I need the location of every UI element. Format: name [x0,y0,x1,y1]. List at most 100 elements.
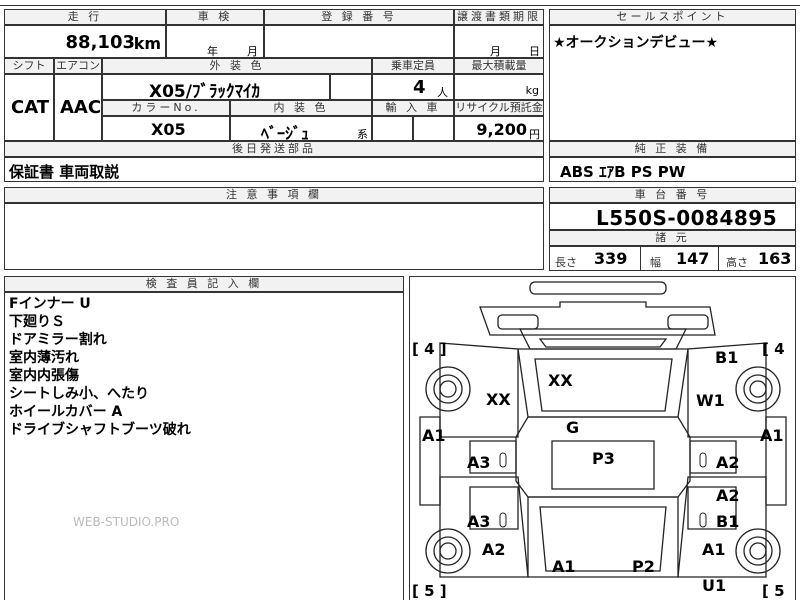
windshield-shape [518,328,688,350]
damage-mark: A2 [716,453,740,472]
tire-rear-right: [ 5 [762,582,785,600]
tire-rear-left: [ 5 ] [412,582,447,600]
aircon-cell: AAC [54,74,102,141]
damage-mark: XX [486,390,511,409]
damage-mark: G [566,418,580,437]
specs-divider-2 [718,246,719,271]
damage-mark: P2 [632,557,655,576]
notes-header: 注 意 事 項 欄 [4,187,544,203]
front-bumper-shape [479,281,716,336]
color-no-value: X05 [151,120,186,139]
recycle-fee-value: 9,200 [476,120,527,139]
max-load-cell: kg [454,74,544,100]
inspector-line: ドアミラー割れ [9,332,107,348]
damage-mark: A2 [716,486,740,505]
specs-width: 147 [676,249,710,268]
later-parts-value: 保証書 車両取説 [9,163,120,181]
damage-mark: A2 [482,540,506,559]
shift-value: CAT [11,97,50,118]
inspector-cell: Fインナー U 下廻りＳ ドアミラー割れ 室内薄汚れ 室内内張傷 シートしみ小、… [4,292,404,600]
import-car-cell [372,116,413,141]
capacity-unit: 人 [437,86,448,99]
transfer-deadline-day: 日 [529,45,540,58]
watermark: WEB-STUDIO.PRO [73,515,180,529]
transfer-deadline-header: 譲渡書類期限 [454,9,544,25]
specs-width-label: 幅 [650,256,661,269]
damage-mark: A1 [760,426,784,445]
transfer-deadline-month: 月 [490,45,501,58]
damage-mark: XX [548,371,573,390]
roof-shape [517,348,689,418]
mileage-value: 88,103 [65,32,135,53]
recycle-fee-unit: 円 [529,128,540,141]
exterior-color-cell: X05/ﾌﾞﾗｯｸﾏｲｶ [102,74,330,102]
recycle-fee-header: リサイクル預託金 [454,100,544,116]
damage-mark: W1 [696,391,725,410]
equipment-header: 純 正 装 備 [549,141,796,157]
later-parts-cell: 保証書 車両取説 [4,157,544,182]
transfer-deadline-cell: 月 日 [454,25,544,58]
top-strip [0,0,800,6]
inspection-cell: 年 月 [166,25,264,58]
inspection-header: 車 検 [166,9,264,25]
inspector-list: Fインナー U 下廻りＳ ドアミラー割れ 室内薄汚れ 室内内張傷 シートしみ小、… [9,295,191,439]
max-load-header: 最大積載量 [454,58,544,74]
damage-mark: A3 [467,512,491,531]
interior-color-cell: ﾍﾞｰｼﾞｭ 系 [230,116,372,143]
chassis-value: L550S-0084895 [596,206,778,230]
chassis-cell: L550S-0084895 [549,203,796,230]
damage-mark: A1 [702,540,726,559]
capacity-value: 4 [413,77,426,98]
damage-mark: P3 [592,449,615,468]
inspection-month: 月 [247,45,258,58]
specs-length: 339 [594,249,628,268]
mileage-cell: 88,103 km [4,25,166,58]
tire-front-left: [ 4 ] [412,340,447,358]
damage-mark: A3 [467,453,491,472]
import-car-header: 輸 入 車 [372,100,454,116]
later-parts-header: 後日発送部品 [4,141,544,157]
max-load-unit: kg [525,84,539,97]
inspector-header: 検 査 員 記 入 欄 [4,276,404,292]
specs-height: 163 [758,249,792,268]
notes-cell [4,203,544,270]
damage-mark: U1 [702,576,727,595]
equipment-value: ABS ｴｱB PS PW [560,163,686,181]
damage-mark: B1 [716,512,740,531]
inspection-year: 年 [207,45,218,58]
exterior-color-value: X05/ﾌﾞﾗｯｸﾏｲｶ [149,82,260,102]
car-diagram: [ 4 ] [ 4 [ 5 ] [ 5 XX XX B1 W1 A1 A1 G … [409,276,796,600]
inspector-line: シートしみ小、へたり [9,386,149,402]
inspector-line: ホイールカバー A [9,404,123,420]
aircon-header: エアコン [54,58,102,74]
color-no-header: カラーNo. [102,100,230,116]
chassis-header: 車 台 番 号 [549,187,796,203]
damage-mark: A1 [552,557,576,576]
recycle-fee-cell: 9,200 円 [454,116,544,141]
sales-point-cell: ★オークションデビュー★ [549,25,796,141]
inspector-line: ドライブシャフトブーツ破れ [9,422,191,438]
inspector-line: 室内内張傷 [9,368,79,384]
shift-header: シフト [4,58,54,74]
exterior-color-extra [330,74,372,100]
mileage-unit: km [133,34,161,53]
specs-header: 諸 元 [549,230,796,246]
sales-point-header: セールスポイント [549,9,796,25]
interior-color-header: 内 装 色 [230,100,372,116]
specs-divider-1 [640,246,641,271]
specs-length-label: 長さ [555,256,577,269]
mileage-header: 走 行 [4,9,166,25]
registration-header: 登 録 番 号 [264,9,454,25]
shift-cell: CAT [4,74,54,141]
tire-front-right: [ 4 [762,340,785,358]
registration-cell [264,25,454,58]
equipment-cell: ABS ｴｱB PS PW [549,157,796,182]
capacity-header: 乗車定員 [372,58,454,74]
import-car-cell-2 [413,116,454,141]
sales-point-text: ★オークションデビュー★ [553,35,719,51]
capacity-cell: 4 人 [372,74,454,100]
aircon-value: AAC [60,97,102,118]
inspector-line: 室内薄汚れ [9,350,79,366]
specs-cell: 長さ 339 幅 147 高さ 163 [549,246,796,271]
damage-mark: B1 [715,348,739,367]
